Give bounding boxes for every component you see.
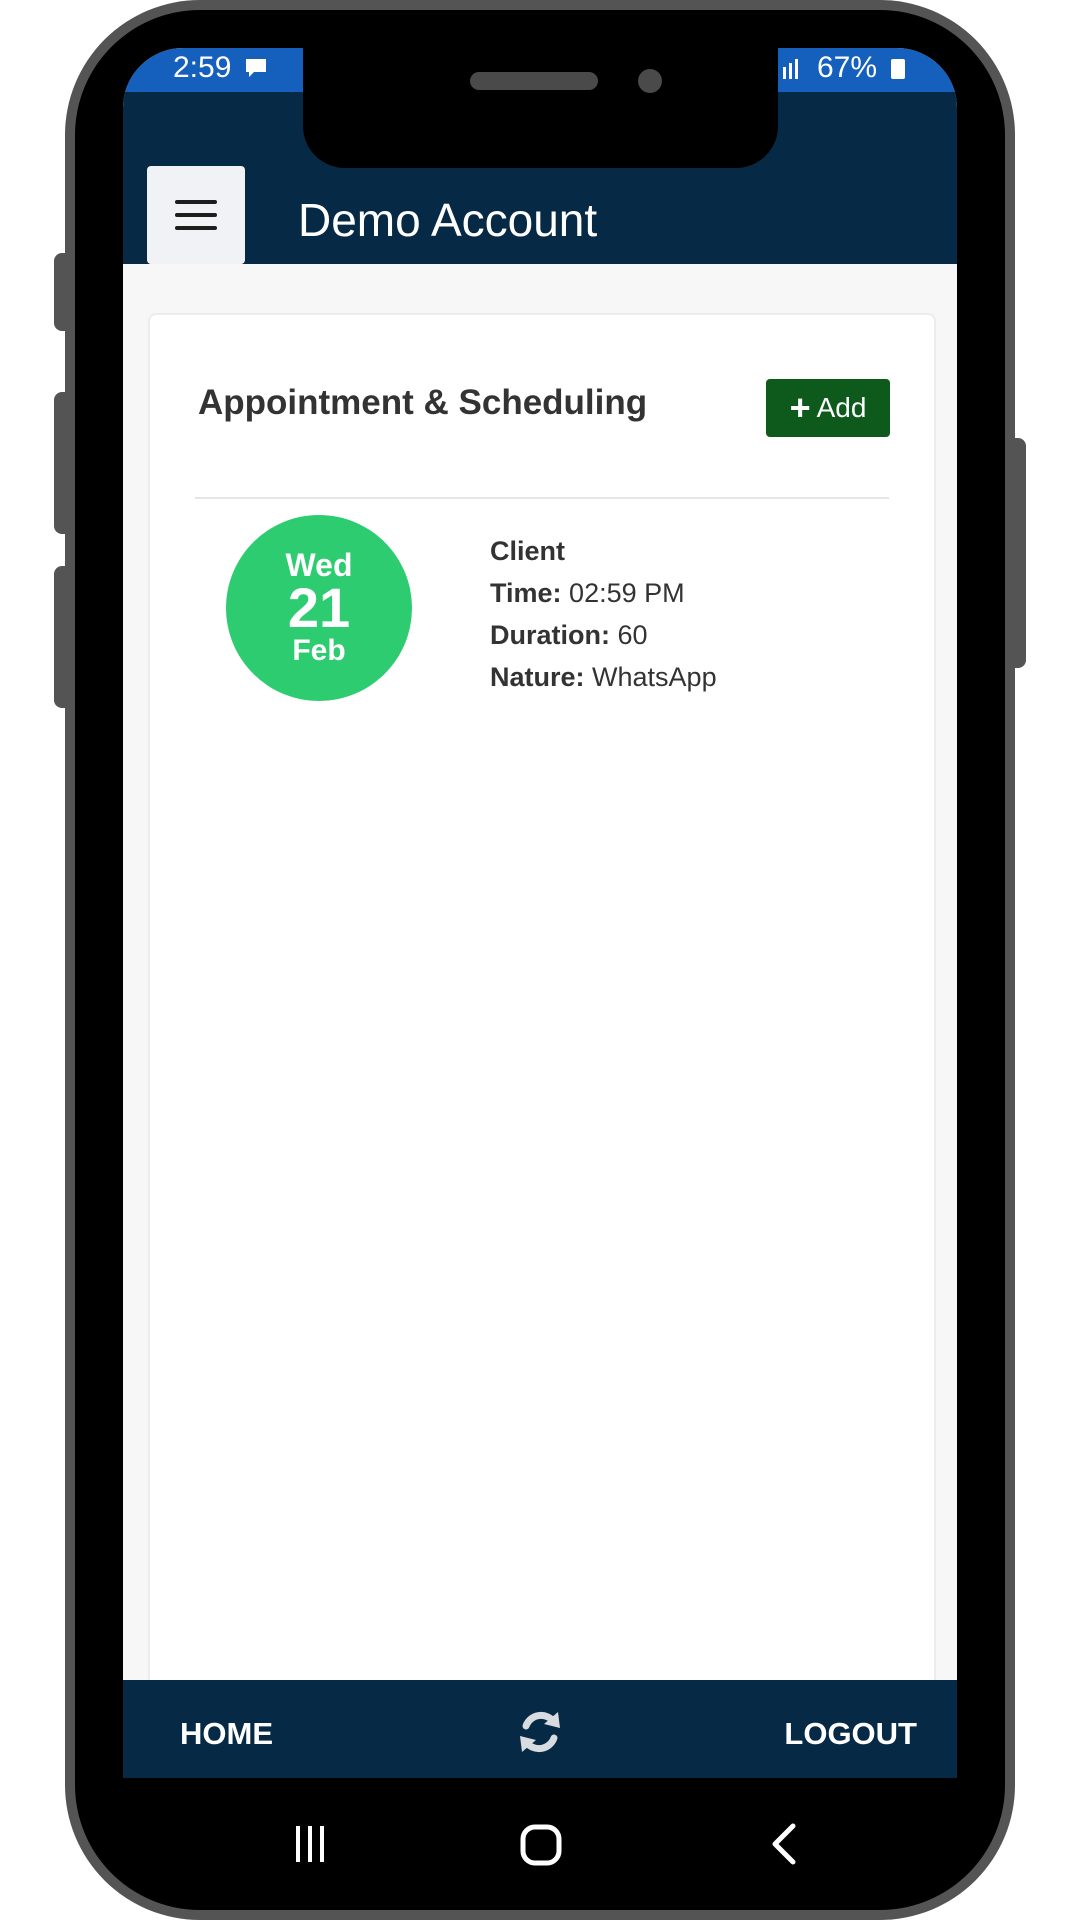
nature-row: Nature: WhatsApp bbox=[490, 656, 717, 698]
time-label: Time: bbox=[490, 578, 562, 608]
app-screen: 2:59 67% Demo Account Appointment & Sche… bbox=[123, 48, 957, 1778]
phone-notch bbox=[303, 48, 778, 168]
battery-icon bbox=[891, 59, 905, 79]
status-time: 2:59 bbox=[173, 51, 232, 84]
add-appointment-button[interactable]: + Add bbox=[766, 379, 890, 437]
hamburger-bar bbox=[175, 226, 217, 230]
nature-value: WhatsApp bbox=[592, 662, 717, 692]
menu-button[interactable] bbox=[147, 166, 245, 264]
hamburger-menu-icon bbox=[175, 200, 217, 204]
duration-row: Duration: 60 bbox=[490, 614, 717, 656]
signal-icon bbox=[782, 59, 798, 79]
client-label: Client bbox=[490, 536, 566, 566]
appointment-details[interactable]: Client Time: 02:59 PM Duration: 60 Natur… bbox=[490, 530, 717, 698]
phone-side-button bbox=[54, 253, 70, 331]
phone-power-button bbox=[1010, 438, 1026, 668]
front-camera bbox=[638, 69, 662, 93]
plus-icon: + bbox=[789, 387, 811, 428]
logout-nav-button[interactable]: LOGOUT bbox=[784, 1716, 917, 1752]
card-title: Appointment & Scheduling bbox=[198, 383, 648, 422]
hamburger-bar bbox=[175, 213, 217, 217]
message-icon bbox=[246, 59, 267, 77]
duration-label: Duration: bbox=[490, 620, 610, 650]
appointment-date-badge[interactable]: Wed 21 Feb bbox=[226, 515, 412, 701]
duration-value: 60 bbox=[617, 620, 648, 650]
status-right: 67% bbox=[779, 48, 907, 88]
date-day: 21 bbox=[287, 576, 351, 639]
android-home-icon[interactable] bbox=[518, 1822, 564, 1868]
bottom-nav: HOME LOGOUT bbox=[123, 1680, 957, 1778]
divider bbox=[195, 497, 889, 499]
time-row: Time: 02:59 PM bbox=[490, 572, 717, 614]
time-value: 02:59 PM bbox=[569, 578, 685, 608]
back-icon[interactable] bbox=[763, 1822, 807, 1866]
phone-volume-up-button bbox=[54, 392, 70, 534]
phone-speaker bbox=[470, 72, 598, 90]
home-nav-button[interactable]: HOME bbox=[180, 1716, 273, 1752]
android-nav-bar bbox=[123, 1778, 957, 1908]
battery-percent: 67% bbox=[816, 51, 877, 84]
nature-label: Nature: bbox=[490, 662, 585, 692]
appointments-card: Appointment & Scheduling + Add Wed 21 Fe… bbox=[148, 313, 936, 1778]
recent-apps-icon[interactable] bbox=[288, 1822, 332, 1866]
status-left: 2:59 bbox=[173, 48, 269, 88]
phone-volume-down-button bbox=[54, 566, 70, 708]
page-title: Demo Account bbox=[298, 194, 598, 246]
date-month: Feb bbox=[292, 634, 346, 667]
client-row: Client bbox=[490, 530, 717, 572]
refresh-icon[interactable] bbox=[514, 1706, 566, 1758]
add-button-label: Add bbox=[816, 392, 867, 423]
